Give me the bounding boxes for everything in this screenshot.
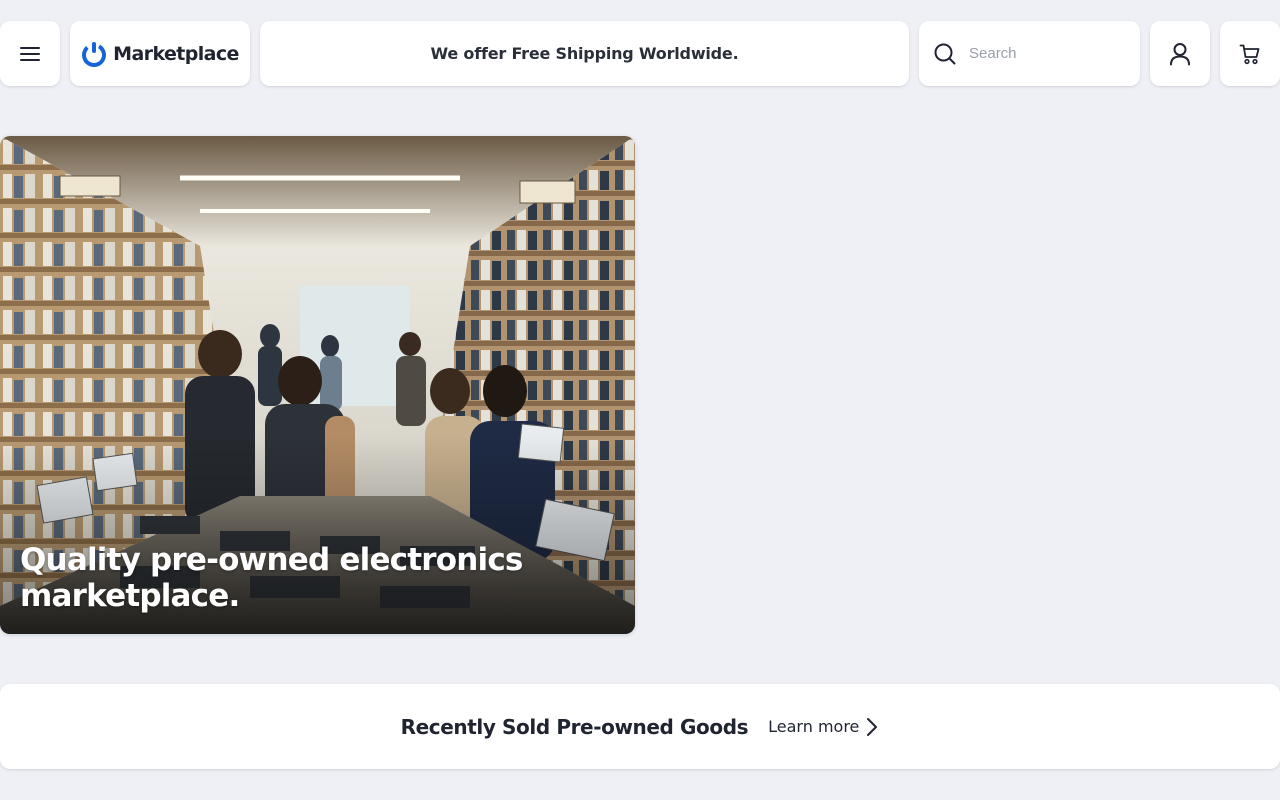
hero-title: Quality pre-owned electronics marketplac… xyxy=(20,542,523,614)
menu-button[interactable] xyxy=(0,21,60,86)
hero-banner[interactable]: Quality pre-owned electronics marketplac… xyxy=(0,136,635,634)
promo-banner: We offer Free Shipping Worldwide. xyxy=(260,21,909,86)
learn-more-label: Learn more xyxy=(768,717,860,736)
user-icon xyxy=(1170,42,1190,65)
search-input[interactable] xyxy=(969,45,1119,62)
cart-icon xyxy=(1239,44,1260,64)
learn-more-link[interactable]: Learn more xyxy=(768,717,879,737)
marketplace-logo-icon xyxy=(82,41,107,67)
logo-text: Marketplace xyxy=(113,42,239,65)
logo-link[interactable]: Marketplace xyxy=(70,21,250,86)
search-icon[interactable] xyxy=(933,42,957,66)
recently-sold-section: Recently Sold Pre-owned Goods Learn more xyxy=(0,684,1280,769)
account-button[interactable] xyxy=(1150,21,1210,86)
section-title: Recently Sold Pre-owned Goods xyxy=(400,714,749,739)
promo-text: We offer Free Shipping Worldwide. xyxy=(430,44,739,63)
hamburger-menu-icon xyxy=(20,46,40,61)
cart-button[interactable] xyxy=(1220,21,1280,86)
search-box[interactable] xyxy=(919,21,1140,86)
chevron-right-icon xyxy=(867,717,878,736)
